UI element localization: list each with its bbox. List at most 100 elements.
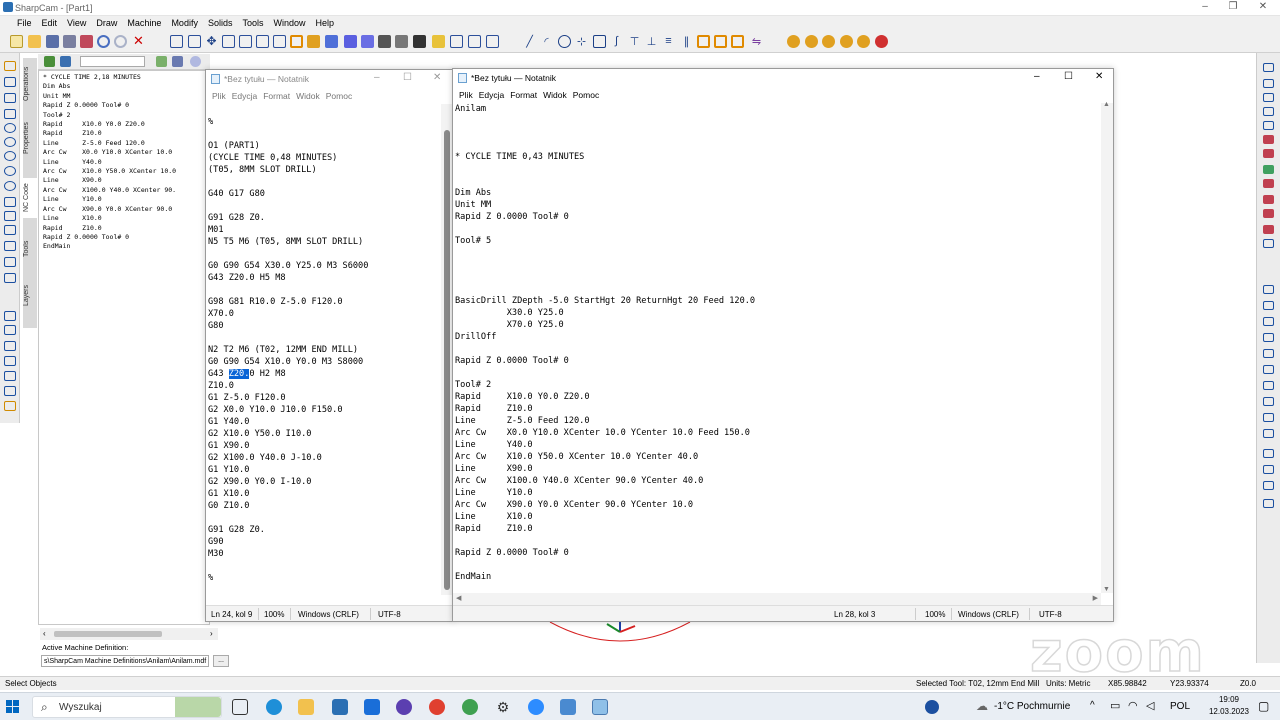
slice-icon[interactable] (1263, 239, 1274, 248)
help-circle-icon[interactable] (925, 700, 939, 714)
clock-date[interactable]: 12.03.2023 (1206, 707, 1252, 716)
menu-format[interactable]: Format (260, 89, 293, 103)
tab-nc-code[interactable]: NC Code (23, 178, 37, 218)
maximize-icon[interactable]: ☐ (1064, 71, 1073, 82)
operation-5-icon[interactable] (857, 35, 870, 48)
scroll-thumb[interactable] (444, 130, 450, 590)
chrome-profile-icon[interactable] (462, 699, 478, 715)
union-icon[interactable] (1263, 179, 1274, 188)
menu-format[interactable]: Format (507, 88, 540, 102)
snap-perpendicular-icon[interactable] (1263, 397, 1274, 406)
post-selector-dropdown[interactable] (80, 56, 145, 67)
solid-torus-icon[interactable] (1263, 121, 1274, 130)
trim-icon[interactable] (307, 35, 320, 48)
snap-mid-icon[interactable] (1263, 349, 1274, 358)
line-icon[interactable]: ╱ (523, 35, 536, 48)
export-icon[interactable] (156, 56, 167, 67)
print-code-icon[interactable] (172, 56, 183, 67)
copy-tool-icon[interactable] (4, 325, 16, 335)
help-icon[interactable] (190, 56, 201, 67)
menu-help[interactable]: Help (311, 16, 340, 31)
hatch-tool-icon[interactable] (4, 273, 16, 283)
clock-time[interactable]: 19:09 (1206, 695, 1252, 704)
circle-icon[interactable] (558, 35, 571, 48)
spline-tool-icon[interactable] (4, 211, 16, 221)
text-tool-icon[interactable]: ⊤ (628, 35, 641, 48)
line-tool-icon[interactable] (4, 77, 16, 87)
notepad-text-area[interactable]: Anilam * CYCLE TIME 0,43 MINUTES Dim Abs… (455, 103, 1099, 593)
menu-modify[interactable]: Modify (166, 16, 203, 31)
close-button[interactable]: ✕ (1248, 0, 1278, 14)
menu-draw[interactable]: Draw (91, 16, 122, 31)
scroll-right-icon[interactable]: › (210, 629, 213, 638)
redo-icon[interactable] (114, 35, 127, 48)
sharpcam-taskbar-icon[interactable] (560, 699, 576, 715)
intersect-icon[interactable] (1263, 209, 1274, 218)
measure-area-icon[interactable] (1263, 317, 1274, 326)
extrude-icon[interactable] (1263, 135, 1274, 144)
mail-icon[interactable] (364, 699, 380, 715)
ellipse-tool-icon[interactable] (4, 166, 16, 176)
measure-angle-icon[interactable] (1263, 301, 1274, 310)
weather-text[interactable]: -1°C Pochmurnie (994, 701, 1070, 712)
text-tool-icon[interactable] (4, 225, 16, 235)
view-front-icon[interactable] (361, 35, 374, 48)
delete-icon[interactable]: ✕ (132, 34, 145, 48)
active-machine-path-field[interactable]: s\SharpCam Machine Definitions\Anilam\An… (41, 655, 209, 667)
revolve-icon[interactable] (1263, 149, 1274, 158)
windows-start-icon[interactable] (6, 700, 20, 714)
dimension-tool-icon[interactable] (4, 257, 16, 267)
break-icon[interactable] (731, 35, 744, 48)
zoom-extents-icon[interactable] (188, 35, 201, 48)
scroll-thumb[interactable] (54, 631, 162, 637)
snap-quadrant-icon[interactable] (1263, 449, 1274, 458)
snap-icon[interactable] (468, 35, 481, 48)
menu-edycja[interactable]: Edycja (229, 89, 261, 103)
polyline-tool-icon[interactable] (4, 93, 16, 103)
polygon-icon[interactable] (593, 35, 606, 48)
app-shield-icon[interactable] (396, 699, 412, 715)
zoom-in-icon[interactable] (222, 35, 235, 48)
menu-file[interactable]: File (12, 16, 37, 31)
zoom-out-icon[interactable] (239, 35, 252, 48)
notepad-taskbar-icon[interactable] (592, 699, 608, 715)
redraw-icon[interactable] (273, 35, 286, 48)
section-icon[interactable] (1263, 225, 1274, 234)
print-icon[interactable] (80, 35, 93, 48)
chevron-up-icon[interactable]: ^ (1090, 700, 1095, 711)
wireframe-icon[interactable] (395, 35, 408, 48)
task-view-icon[interactable] (232, 699, 248, 715)
weather-cloud-icon[interactable]: ☁ (976, 699, 988, 713)
circle-tool-icon[interactable] (4, 123, 16, 133)
save-as-icon[interactable] (63, 35, 76, 48)
zoom-window-icon[interactable] (170, 35, 183, 48)
view-iso-icon[interactable] (344, 35, 357, 48)
hatch-icon[interactable]: ≡ (662, 35, 675, 48)
menu-solids[interactable]: Solids (203, 16, 238, 31)
refresh-icon[interactable] (44, 56, 55, 67)
explode-tool-icon[interactable] (4, 401, 16, 411)
zoom-app-icon[interactable] (528, 699, 544, 715)
zoom-previous-icon[interactable] (256, 35, 269, 48)
menu-machine[interactable]: Machine (122, 16, 166, 31)
solid-sphere-icon[interactable] (1263, 93, 1274, 102)
menu-tools[interactable]: Tools (237, 16, 268, 31)
tab-tools[interactable]: Tools (23, 234, 37, 264)
undo-icon[interactable] (97, 35, 110, 48)
tab-operations[interactable]: Operations (23, 62, 37, 106)
minimize-icon[interactable]: – (374, 72, 380, 83)
select-arrow-icon[interactable] (4, 61, 16, 71)
store-icon[interactable] (332, 699, 348, 715)
arc-tool-icon[interactable] (4, 181, 16, 191)
menu-pomoc[interactable]: Pomoc (570, 88, 602, 102)
tab-layers[interactable]: Layers (23, 278, 37, 312)
solid-cone-icon[interactable] (1263, 107, 1274, 116)
extend-icon[interactable] (714, 35, 727, 48)
menu-view[interactable]: View (62, 16, 91, 31)
snap-end-icon[interactable] (1263, 333, 1274, 342)
scroll-left-icon[interactable]: ‹ (43, 629, 46, 638)
open-folder-icon[interactable] (28, 35, 41, 48)
notepad-window-gcode[interactable]: *Bez tytułu — Notatnik – ☐ ✕ Plik Edycja F… (205, 69, 454, 622)
tab-properties[interactable]: Properties (23, 116, 37, 160)
arc-3pt-tool-icon[interactable] (4, 197, 16, 207)
